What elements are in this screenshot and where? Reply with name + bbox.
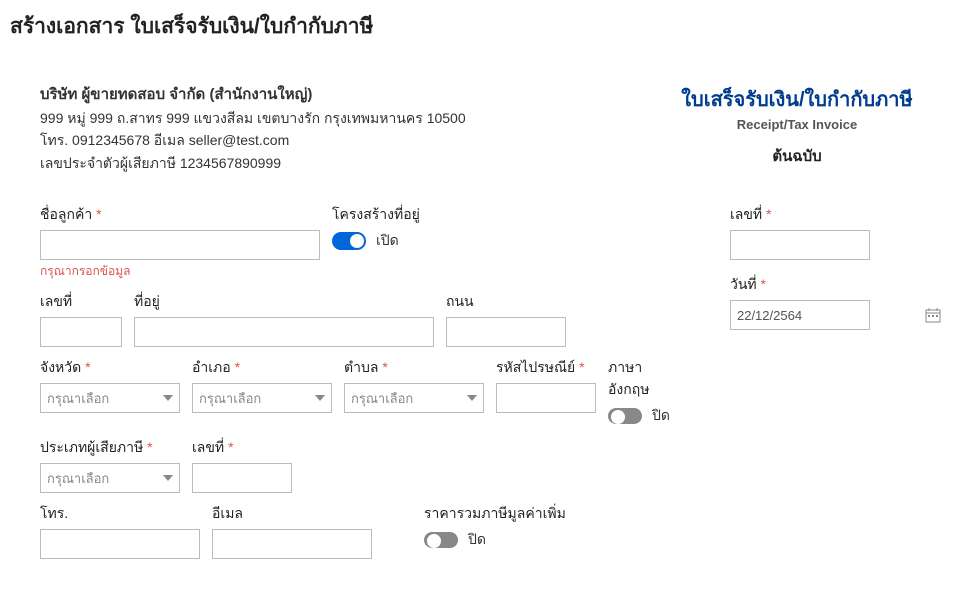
road-label: ถนน xyxy=(446,291,566,313)
address-structure-label: โครงสร้างที่อยู่ xyxy=(332,204,420,226)
english-lang-label: ภาษาอังกฤษ xyxy=(608,357,670,401)
doc-date-input[interactable] xyxy=(730,300,870,330)
tel-label: โทร. xyxy=(40,503,200,525)
subdistrict-select[interactable]: กรุณาเลือก xyxy=(344,383,484,413)
taxpayer-type-select[interactable]: กรุณาเลือก xyxy=(40,463,180,493)
doc-no-label: เลขที่ * xyxy=(730,204,947,226)
chevron-down-icon xyxy=(163,395,173,401)
address-structure-state: เปิด xyxy=(376,230,399,252)
price-vat-label: ราคารวมภาษีมูลค่าเพิ่ม xyxy=(424,503,566,525)
doc-date-label: วันที่ * xyxy=(730,274,947,296)
tax-no-input[interactable] xyxy=(192,463,292,493)
email-input[interactable] xyxy=(212,529,372,559)
doc-copy-label: ต้นฉบับ xyxy=(647,144,947,168)
postcode-input[interactable] xyxy=(496,383,596,413)
customer-name-label: ชื่อลูกค้า * xyxy=(40,204,320,226)
chevron-down-icon xyxy=(467,395,477,401)
tel-input[interactable] xyxy=(40,529,200,559)
doc-title-en: Receipt/Tax Invoice xyxy=(647,117,947,132)
address-structure-toggle[interactable] xyxy=(332,232,366,250)
address-label: ที่อยู่ xyxy=(134,291,434,313)
price-vat-toggle[interactable] xyxy=(424,532,458,548)
customer-name-error: กรุณากรอกข้อมูล xyxy=(40,262,320,281)
seller-address: 999 หมู่ 999 ถ.สาทร 999 แขวงสีลม เขตบางร… xyxy=(40,107,647,129)
seller-name: บริษัท ผู้ขายทดสอบ จำกัด (สำนักงานใหญ่) xyxy=(40,83,647,107)
seller-taxid: เลขประจำตัวผู้เสียภาษี 1234567890999 xyxy=(40,152,647,174)
price-vat-state: ปิด xyxy=(468,529,486,551)
house-no-input[interactable] xyxy=(40,317,122,347)
calendar-icon xyxy=(925,307,941,323)
doc-title-block: ใบเสร็จรับเงิน/ใบกำกับภาษี Receipt/Tax I… xyxy=(647,83,947,168)
district-select[interactable]: กรุณาเลือก xyxy=(192,383,332,413)
postcode-label: รหัสไปรษณีย์ * xyxy=(496,357,596,379)
tax-no-label: เลขที่ * xyxy=(192,437,292,459)
road-input[interactable] xyxy=(446,317,566,347)
chevron-down-icon xyxy=(315,395,325,401)
chevron-down-icon xyxy=(163,475,173,481)
english-lang-state: ปิด xyxy=(652,405,670,427)
email-label: อีเมล xyxy=(212,503,372,525)
house-no-label: เลขที่ xyxy=(40,291,122,313)
page-title: สร้างเอกสาร ใบเสร็จรับเงิน/ใบกำกับภาษี xyxy=(10,10,977,43)
english-lang-toggle[interactable] xyxy=(608,408,642,424)
subdistrict-label: ตำบล * xyxy=(344,357,484,379)
address-input[interactable] xyxy=(134,317,434,347)
doc-title-th: ใบเสร็จรับเงิน/ใบกำกับภาษี xyxy=(647,83,947,115)
seller-contact: โทร. 0912345678 อีเมล seller@test.com xyxy=(40,129,647,151)
customer-name-input[interactable] xyxy=(40,230,320,260)
province-select[interactable]: กรุณาเลือก xyxy=(40,383,180,413)
doc-no-input[interactable] xyxy=(730,230,870,260)
district-label: อำเภอ * xyxy=(192,357,332,379)
province-label: จังหวัด * xyxy=(40,357,180,379)
seller-info: บริษัท ผู้ขายทดสอบ จำกัด (สำนักงานใหญ่) … xyxy=(40,83,647,174)
taxpayer-type-label: ประเภทผู้เสียภาษี * xyxy=(40,437,180,459)
